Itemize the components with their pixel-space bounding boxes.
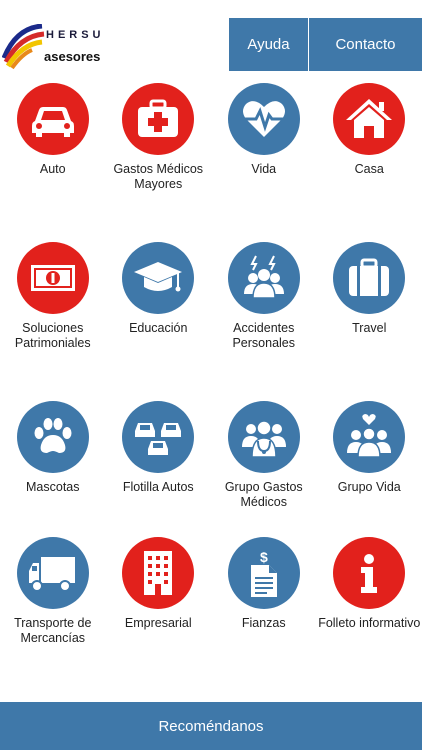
paw-icon bbox=[16, 401, 89, 473]
top-nav: Ayuda Contacto bbox=[229, 18, 422, 71]
tile-label: Transporte de Mercancías bbox=[14, 616, 92, 645]
tile-label: Accidentes Personales bbox=[232, 321, 296, 350]
graduation-cap-icon bbox=[122, 242, 195, 314]
building-icon bbox=[122, 537, 195, 609]
logo-text-top: HERSU bbox=[46, 29, 105, 41]
tile-label: Fianzas bbox=[241, 616, 286, 630]
tile-accidentes-personales[interactable]: Accidentes Personales bbox=[211, 242, 317, 401]
tile-auto[interactable]: Auto bbox=[0, 83, 106, 242]
tile-grupo-vida[interactable]: Grupo Vida bbox=[317, 401, 422, 537]
tile-label: Folleto informativo bbox=[318, 616, 421, 630]
hersu-logo: HERSU asesores bbox=[2, 24, 117, 70]
tile-label: Casa bbox=[354, 162, 384, 176]
house-icon bbox=[333, 83, 406, 155]
people-accident-icon bbox=[227, 242, 300, 314]
tile-grupo-gastos-medicos[interactable]: Grupo Gastos Médicos bbox=[211, 401, 317, 537]
tile-gastos-medicos-mayores[interactable]: Gastos Médicos Mayores bbox=[106, 83, 212, 242]
tile-label: Flotilla Autos bbox=[122, 480, 194, 494]
recommend-button[interactable]: Recoméndanos bbox=[0, 702, 422, 750]
logo-mark-icon bbox=[2, 24, 45, 70]
help-button[interactable]: Ayuda bbox=[229, 18, 309, 71]
document-dollar-icon: $ bbox=[227, 537, 300, 609]
heart-pulse-icon bbox=[227, 83, 300, 155]
tile-label: Gastos Médicos Mayores bbox=[113, 162, 204, 191]
group-heart-icon bbox=[333, 401, 406, 473]
tile-mascotas[interactable]: Mascotas bbox=[0, 401, 106, 537]
tile-label: Mascotas bbox=[26, 480, 80, 494]
contact-button[interactable]: Contacto bbox=[309, 18, 422, 71]
svg-text:$: $ bbox=[260, 549, 268, 565]
truck-icon bbox=[16, 537, 89, 609]
tile-fianzas[interactable]: $ Fianzas bbox=[211, 537, 317, 657]
app-header: HERSU asesores Ayuda Contacto bbox=[0, 0, 422, 80]
first-aid-kit-icon bbox=[122, 83, 195, 155]
tile-label: Grupo Vida bbox=[337, 480, 401, 494]
tile-label: Vida bbox=[251, 162, 277, 176]
group-doctor-icon bbox=[227, 401, 300, 473]
tile-label: Auto bbox=[39, 162, 66, 176]
tile-label: Soluciones Patrimoniales bbox=[14, 321, 91, 350]
logo-text-bottom: asesores bbox=[44, 49, 101, 64]
tile-flotilla-autos[interactable]: Flotilla Autos bbox=[106, 401, 212, 537]
tile-travel[interactable]: Travel bbox=[317, 242, 422, 401]
tile-label: Educación bbox=[129, 321, 188, 335]
tile-label: Grupo Gastos Médicos bbox=[224, 480, 303, 509]
insurance-grid: Auto Gastos Médicos Mayores Vida Casa So… bbox=[0, 83, 422, 657]
info-icon bbox=[333, 537, 406, 609]
tile-casa[interactable]: Casa bbox=[317, 83, 422, 242]
tile-soluciones-patrimoniales[interactable]: Soluciones Patrimoniales bbox=[0, 242, 106, 401]
tile-folleto-informativo[interactable]: Folleto informativo bbox=[317, 537, 422, 657]
car-fleet-icon bbox=[122, 401, 195, 473]
tile-vida[interactable]: Vida bbox=[211, 83, 317, 242]
tile-educacion[interactable]: Educación bbox=[106, 242, 212, 401]
tile-label: Travel bbox=[352, 321, 387, 335]
suitcase-icon bbox=[333, 242, 406, 314]
tile-label: Empresarial bbox=[124, 616, 192, 630]
tile-transporte-de-mercancias[interactable]: Transporte de Mercancías bbox=[0, 537, 106, 657]
car-icon bbox=[16, 83, 89, 155]
tile-empresarial[interactable]: Empresarial bbox=[106, 537, 212, 657]
banknote-icon bbox=[16, 242, 89, 314]
